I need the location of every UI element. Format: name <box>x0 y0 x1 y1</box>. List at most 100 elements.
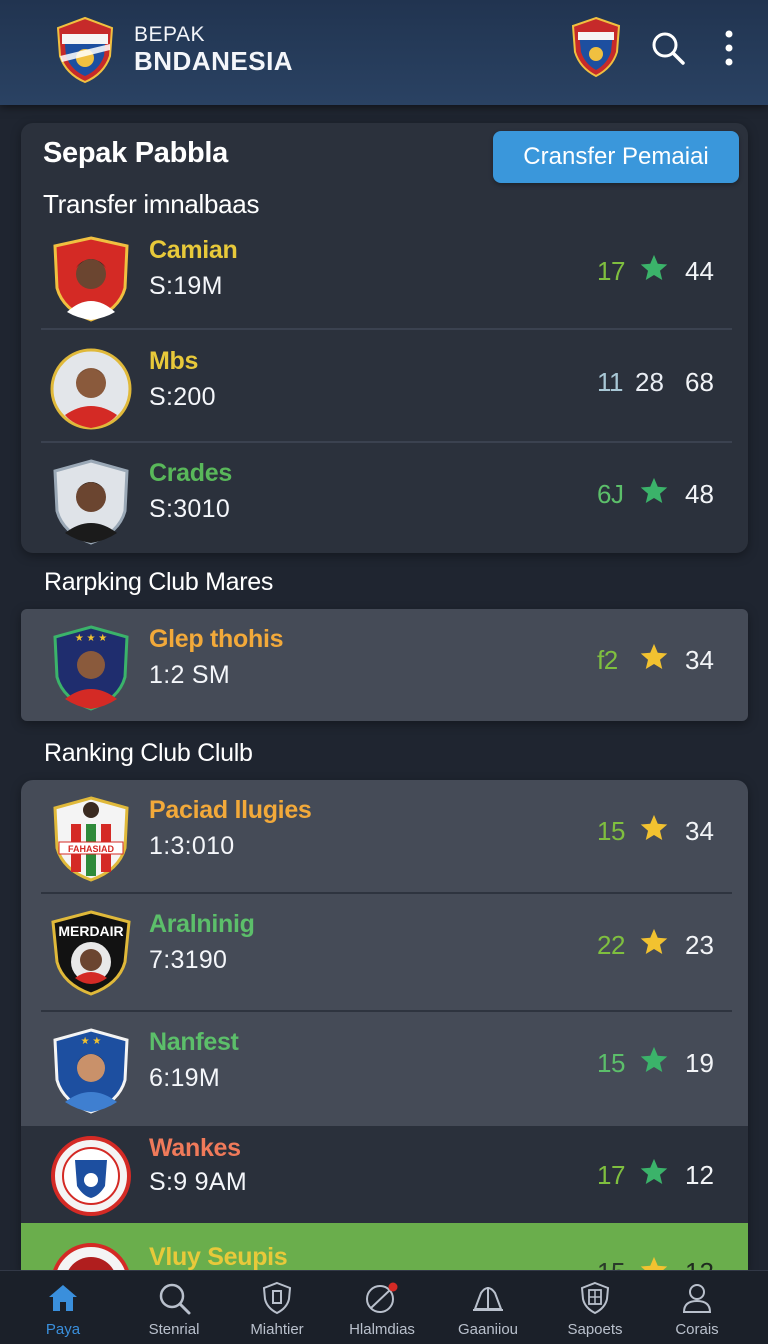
club-crest-icon[interactable] <box>54 16 116 84</box>
club-stat-primary: 17 <box>597 1160 625 1190</box>
star-icon <box>640 477 668 503</box>
nav-label: Stenrial <box>148 1321 200 1338</box>
player-row[interactable]: Mbs S:200 11 28 68 <box>21 331 748 443</box>
home-icon <box>49 1285 77 1311</box>
scoreboard-icon <box>580 1281 610 1315</box>
club-badge-icon: ★ ★ ★ <box>53 625 129 711</box>
club-name: Aralninig <box>149 910 255 938</box>
club-stat-primary: 15 <box>597 816 625 846</box>
player-stat-secondary: 44 <box>685 256 714 286</box>
nav-item-ball[interactable]: Hlalmdias <box>327 1271 437 1344</box>
player-stat-primary: 6J <box>597 479 624 509</box>
app-title: BEPAK BNDANESIA <box>134 22 293 74</box>
player-stat-secondary: 68 <box>685 367 714 397</box>
club-badge-icon <box>53 1243 129 1270</box>
nav-item-search[interactable]: Stenrial <box>119 1271 229 1344</box>
club-value: S:9 9AM <box>149 1168 247 1196</box>
club-row[interactable]: MERDAIR Aralninig 7:3190 22 23 <box>21 894 748 1012</box>
club-stat-secondary: 23 <box>685 930 714 960</box>
club-badge-icon: FAHASIAD <box>53 796 129 882</box>
club-name: Paciad llugies <box>149 796 312 824</box>
club-row[interactable]: Wankes S:9 9AM 17 12 <box>21 1126 748 1223</box>
ranking-mares-card: ★ ★ ★ Glep thohis 1:2 SM f2 34 <box>21 609 748 721</box>
club-name: Glep thohis <box>149 625 284 653</box>
star-icon <box>640 814 668 840</box>
shield-icon <box>262 1281 292 1315</box>
section-label: Ranking Club Clulb <box>44 739 253 767</box>
nav-item-scoreboard[interactable]: Sapoets <box>540 1271 650 1344</box>
svg-text:★ ★ ★: ★ ★ ★ <box>75 633 107 644</box>
player-badge-icon <box>53 236 129 322</box>
ranking-club-card: FAHASIAD Paciad llugies 1:3:010 15 34 ME… <box>21 780 748 1270</box>
player-stat-middle: 28 <box>635 367 664 397</box>
nav-label: Hlalmdias <box>349 1321 415 1338</box>
card-title: Sepak Pabbla <box>43 137 228 169</box>
nav-label: Gaaniiou <box>457 1321 519 1338</box>
nav-label: Sapoets <box>567 1321 623 1338</box>
player-name: Crades <box>149 459 232 487</box>
bottom-nav: Paya Stenrial Miahtier Hlalmdias Gaaniio… <box>0 1270 768 1344</box>
club-name: Vluy Seupis <box>149 1243 288 1270</box>
row-divider <box>41 328 732 330</box>
player-row[interactable]: Crades S:3010 6J 48 <box>21 443 748 553</box>
club-stat-secondary: 12 <box>685 1257 714 1270</box>
player-row[interactable]: Camian S:19M 17 44 <box>21 220 748 330</box>
search-icon[interactable] <box>650 30 686 66</box>
svg-text:MERDAIR: MERDAIR <box>58 923 123 939</box>
club-value: 7:3190 <box>149 946 228 974</box>
app-header: BEPAK BNDANESIA <box>0 0 768 105</box>
svg-text:★ ★: ★ ★ <box>81 1036 102 1047</box>
club-row[interactable]: ★ ★ Nanfest 6:19M 15 19 <box>21 1012 748 1126</box>
player-badge-icon <box>50 348 132 430</box>
club-name: Nanfest <box>149 1028 239 1056</box>
club-stat-primary: 22 <box>597 930 625 960</box>
club-value: 1:2 SM <box>149 661 230 689</box>
player-value: S:3010 <box>149 495 231 523</box>
app-title-line1: BEPAK <box>134 23 205 46</box>
club-stat-primary: 15 <box>597 1257 631 1270</box>
club-badge-icon: MERDAIR <box>51 910 131 996</box>
star-icon <box>640 1046 668 1072</box>
player-stat-primary: 11 <box>597 367 624 397</box>
nav-item-shield[interactable]: Miahtier <box>222 1271 332 1344</box>
section-label: Rarpking Club Mares <box>44 568 274 596</box>
player-badge-icon <box>53 459 129 545</box>
club-stat-secondary: 12 <box>685 1160 714 1190</box>
club-stat-primary: f2 <box>597 645 618 675</box>
card-subtitle: Transfer imnalbaas <box>43 189 260 219</box>
club-crest-icon[interactable] <box>570 16 622 78</box>
player-stat-primary: 17 <box>597 256 625 286</box>
transfer-card: Sepak Pabbla Cransfer Pemaiai Transfer i… <box>21 123 748 553</box>
nav-item-home[interactable]: Paya <box>8 1271 118 1344</box>
club-value: 1:3:010 <box>149 832 235 860</box>
nav-label: Paya <box>45 1321 81 1338</box>
nav-label: Miahtier <box>250 1321 304 1338</box>
star-icon <box>640 1158 668 1184</box>
star-icon <box>640 1256 668 1270</box>
star-icon <box>640 254 668 280</box>
svg-text:FAHASIAD: FAHASIAD <box>68 844 115 854</box>
club-stat-secondary: 19 <box>685 1048 714 1078</box>
nav-item-stadium[interactable]: Gaaniiou <box>433 1271 543 1344</box>
app-title-line2: BNDANESIA <box>134 46 294 76</box>
stadium-icon <box>473 1287 503 1311</box>
transfer-player-button[interactable]: Cransfer Pemaiai <box>493 131 739 183</box>
more-vertical-icon[interactable] <box>716 28 742 68</box>
player-stat-secondary: 48 <box>685 479 714 509</box>
club-stat-secondary: 34 <box>685 645 714 675</box>
club-row[interactable]: ★ ★ ★ Glep thohis 1:2 SM f2 34 <box>21 609 748 721</box>
person-icon <box>682 1284 712 1313</box>
club-value: 6:19M <box>149 1064 220 1092</box>
star-icon <box>640 643 668 669</box>
nav-label: Corais <box>675 1321 719 1338</box>
player-value: S:200 <box>149 383 216 411</box>
club-name: Wankes <box>149 1134 241 1162</box>
player-value: S:19M <box>149 272 223 300</box>
club-badge-icon <box>51 1136 131 1216</box>
nav-item-profile[interactable]: Corais <box>642 1271 752 1344</box>
club-stat-secondary: 34 <box>685 816 714 846</box>
club-stat-primary: 15 <box>597 1048 625 1078</box>
ball-icon <box>366 1282 398 1313</box>
club-row-highlighted[interactable]: Vluy Seupis 15 12 <box>21 1223 748 1270</box>
club-row[interactable]: FAHASIAD Paciad llugies 1:3:010 15 34 <box>21 780 748 894</box>
